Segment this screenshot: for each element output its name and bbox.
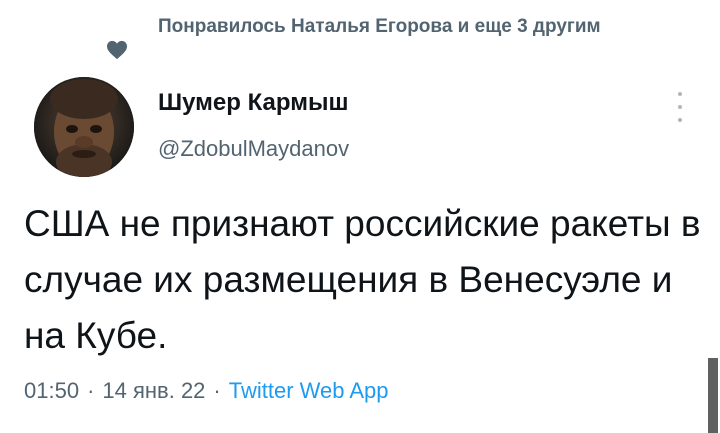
social-context[interactable]: Понравилось Наталья Егорова и еще 3 друг… — [158, 14, 658, 40]
tweet-meta: 01:50 · 14 янв. 22 · Twitter Web App — [24, 378, 389, 404]
avatar[interactable] — [34, 77, 134, 177]
meta-separator: · — [213, 378, 221, 403]
tweet-text: США не признают российские ракеты в случ… — [24, 203, 701, 356]
display-name[interactable]: Шумер Кармыш — [158, 89, 348, 117]
handle[interactable]: @ZdobulMaydanov — [158, 136, 349, 162]
avatar-image — [34, 77, 134, 177]
meta-separator: · — [87, 378, 95, 403]
tweet-time[interactable]: 01:50 — [24, 378, 79, 403]
more-vertical-icon[interactable] — [668, 92, 692, 122]
tweet-source[interactable]: Twitter Web App — [229, 378, 389, 403]
heart-icon — [107, 40, 127, 60]
tweet-date[interactable]: 14 янв. 22 — [102, 378, 205, 403]
scrollbar-thumb[interactable] — [708, 358, 718, 433]
